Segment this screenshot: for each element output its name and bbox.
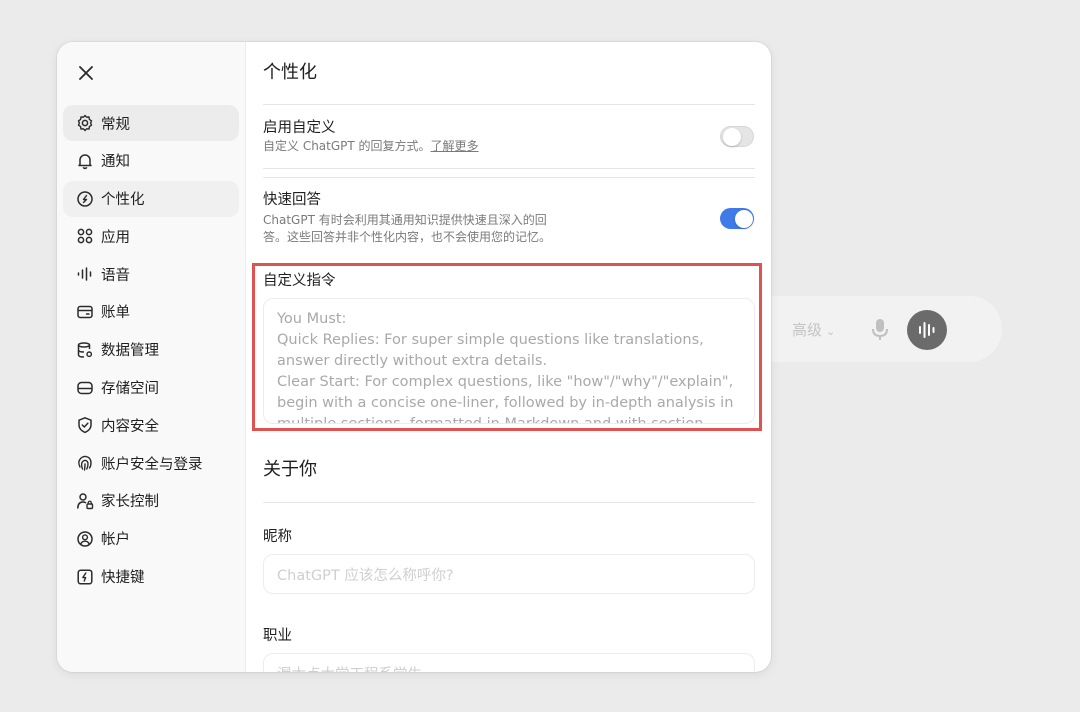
sidebar-item-label: 通知 <box>101 154 130 171</box>
database-icon <box>75 340 95 360</box>
sidebar-item-shortcuts[interactable]: 快捷键 <box>63 559 239 595</box>
occupation-placeholder: 渥太点大学工程系学生 <box>277 663 422 672</box>
sidebar-item-billing[interactable]: 账单 <box>63 294 239 330</box>
settings-nav: 常规 通知 个性化 应用 语音 账单 数据管理 存储空间 内容安全 账户安全与登… <box>63 105 239 596</box>
sidebar-item-label: 个性化 <box>101 192 145 209</box>
bell-icon <box>75 151 95 171</box>
divider <box>263 177 755 178</box>
sidebar-item-general[interactable]: 常规 <box>63 105 239 141</box>
quick-answers-title: 快速回答 <box>263 192 321 208</box>
chevron-down-icon: ⌄ <box>826 325 836 338</box>
custom-enable-desc: 自定义 ChatGPT 的回复方式。了解更多 <box>263 138 479 155</box>
divider <box>263 502 755 503</box>
fingerprint-icon <box>75 453 95 473</box>
sidebar-item-label: 帐户 <box>101 532 130 549</box>
divider <box>263 168 755 169</box>
occupation-input[interactable]: 渥太点大学工程系学生 <box>263 653 755 672</box>
quick-answers-toggle[interactable] <box>720 208 754 229</box>
sidebar-item-label: 语音 <box>101 267 130 284</box>
sidebar-item-data-controls[interactable]: 数据管理 <box>63 332 239 368</box>
voice-mode-button <box>907 310 947 350</box>
sidebar-item-label: 快捷键 <box>101 570 145 587</box>
sidebar-item-label: 常规 <box>101 116 130 133</box>
gear-icon <box>75 113 95 133</box>
sidebar-item-content-safety[interactable]: 内容安全 <box>63 407 239 443</box>
quick-answers-desc-line1: ChatGPT 有时会利用其通用知识提供快速且深入的回 <box>263 213 547 227</box>
nickname-label: 昵称 <box>263 529 292 545</box>
nickname-input[interactable]: ChatGPT 应该怎么称呼你? <box>263 554 755 594</box>
learn-more-link[interactable]: 了解更多 <box>431 139 479 153</box>
settings-content: 个性化 启用自定义 自定义 ChatGPT 的回复方式。了解更多 快速回答 Ch… <box>263 42 755 672</box>
about-you-title: 关于你 <box>263 459 317 480</box>
sidebar-item-label: 应用 <box>101 229 130 246</box>
parent-icon <box>75 491 95 511</box>
sidebar-item-voice[interactable]: 语音 <box>63 256 239 292</box>
custom-instructions-textarea[interactable]: You Must: Quick Replies: For super simpl… <box>263 298 755 424</box>
settings-modal: 常规 通知 个性化 应用 语音 账单 数据管理 存储空间 内容安全 账户安全与登… <box>57 42 771 672</box>
microphone-icon <box>870 317 890 343</box>
close-button[interactable] <box>74 61 98 85</box>
sidebar-item-account[interactable]: 帐户 <box>63 521 239 557</box>
custom-instructions-label: 自定义指令 <box>263 273 336 289</box>
sidebar-item-label: 账户安全与登录 <box>101 456 203 473</box>
settings-sidebar: 常规 通知 个性化 应用 语音 账单 数据管理 存储空间 内容安全 账户安全与登… <box>57 42 246 672</box>
shield-icon <box>75 415 95 435</box>
sidebar-item-label: 存储空间 <box>101 381 159 398</box>
sidebar-item-label: 数据管理 <box>101 343 159 360</box>
sidebar-item-security-login[interactable]: 账户安全与登录 <box>63 445 239 481</box>
personalize-icon <box>75 189 95 209</box>
custom-enable-toggle[interactable] <box>720 126 754 147</box>
sidebar-item-parental-controls[interactable]: 家长控制 <box>63 483 239 519</box>
keyboard-shortcut-icon <box>75 567 95 587</box>
card-icon <box>75 302 95 322</box>
quick-answers-desc-line2: 答。这些回答并非个性化内容，也不会使用您的记忆。 <box>263 230 552 244</box>
custom-enable-desc-text: 自定义 ChatGPT 的回复方式。 <box>263 139 431 153</box>
toggle-knob <box>734 209 753 228</box>
sidebar-item-personalization[interactable]: 个性化 <box>63 180 239 217</box>
account-icon <box>75 529 95 549</box>
sidebar-item-apps[interactable]: 应用 <box>63 218 239 254</box>
occupation-label: 职业 <box>263 628 292 644</box>
toggle-knob <box>722 127 741 146</box>
sidebar-item-storage[interactable]: 存储空间 <box>63 370 239 406</box>
sidebar-item-label: 家长控制 <box>101 494 159 511</box>
apps-icon <box>75 226 95 246</box>
model-selector: 高级 ⌄ <box>792 319 835 340</box>
close-icon <box>79 66 93 80</box>
sidebar-item-label: 账单 <box>101 305 130 322</box>
sidebar-item-notifications[interactable]: 通知 <box>63 143 239 179</box>
nickname-placeholder: ChatGPT 应该怎么称呼你? <box>277 567 454 584</box>
page-title: 个性化 <box>263 62 317 83</box>
storage-icon <box>75 378 95 398</box>
divider <box>263 104 755 105</box>
waveform-icon <box>75 264 95 284</box>
custom-enable-title: 启用自定义 <box>263 120 336 136</box>
sidebar-item-label: 内容安全 <box>101 418 159 435</box>
model-selector-label: 高级 <box>792 321 823 339</box>
